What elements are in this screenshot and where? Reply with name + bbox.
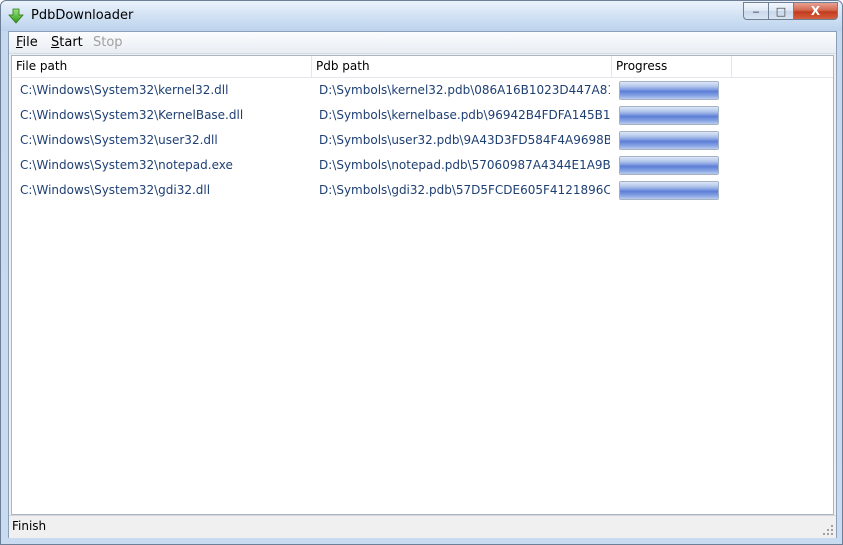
file-list-view[interactable]: File path Pdb path Progress C:\Windows\S… bbox=[11, 55, 834, 515]
progress-fill bbox=[620, 157, 718, 174]
maximize-button[interactable]: □ bbox=[769, 2, 794, 20]
status-bar: Finish bbox=[9, 515, 836, 538]
status-text: Finish bbox=[12, 519, 47, 533]
file-path-cell: C:\Windows\System32\user32.dll bbox=[20, 133, 218, 147]
progress-bar bbox=[619, 181, 719, 200]
pdb-path-cell: D:\Symbols\gdi32.pdb\57D5FCDE605F4121896… bbox=[319, 183, 610, 197]
progress-fill bbox=[620, 182, 718, 199]
menu-start[interactable]: Start bbox=[51, 35, 83, 50]
resize-grip-icon[interactable] bbox=[823, 525, 833, 535]
table-row[interactable]: C:\Windows\System32\kernel32.dll D:\Symbo… bbox=[12, 78, 833, 103]
column-header-file-path[interactable]: File path bbox=[12, 56, 312, 77]
menu-file[interactable]: File bbox=[16, 35, 38, 50]
table-row[interactable]: C:\Windows\System32\notepad.exe D:\Symbol… bbox=[12, 153, 833, 178]
list-header: File path Pdb path Progress bbox=[12, 56, 833, 78]
progress-bar bbox=[619, 106, 719, 125]
progress-fill bbox=[620, 82, 718, 99]
download-arrow-icon bbox=[8, 8, 24, 24]
progress-bar bbox=[619, 131, 719, 150]
progress-fill bbox=[620, 107, 718, 124]
window-title: PdbDownloader bbox=[31, 8, 134, 23]
column-header-progress[interactable]: Progress bbox=[612, 56, 732, 77]
app-window: PdbDownloader ‒ □ X File Start Stop File… bbox=[0, 0, 843, 545]
pdb-path-cell: D:\Symbols\user32.pdb\9A43D3FD584F4A9698… bbox=[319, 133, 610, 147]
close-button[interactable]: X bbox=[794, 2, 838, 20]
table-row[interactable]: C:\Windows\System32\gdi32.dll D:\Symbols\… bbox=[12, 178, 833, 203]
client-area: File Start Stop File path Pdb path Progr… bbox=[8, 31, 837, 538]
progress-bar bbox=[619, 156, 719, 175]
title-bar[interactable]: PdbDownloader ‒ □ X bbox=[1, 1, 842, 31]
progress-fill bbox=[620, 132, 718, 149]
menu-start-label: tart bbox=[59, 35, 83, 50]
table-row[interactable]: C:\Windows\System32\user32.dll D:\Symbols… bbox=[12, 128, 833, 153]
menu-stop[interactable]: Stop bbox=[93, 35, 123, 50]
window-controls: ‒ □ X bbox=[743, 2, 838, 21]
file-path-cell: C:\Windows\System32\KernelBase.dll bbox=[20, 108, 244, 122]
table-row[interactable]: C:\Windows\System32\KernelBase.dll D:\Sym… bbox=[12, 103, 833, 128]
maximize-icon: □ bbox=[775, 4, 787, 18]
minimize-button[interactable]: ‒ bbox=[743, 2, 769, 20]
close-icon: X bbox=[810, 4, 821, 18]
menu-bar: File Start Stop bbox=[9, 32, 836, 54]
minimize-icon: ‒ bbox=[752, 4, 760, 18]
file-path-cell: C:\Windows\System32\gdi32.dll bbox=[20, 183, 211, 197]
file-path-cell: C:\Windows\System32\notepad.exe bbox=[20, 158, 233, 172]
pdb-path-cell: D:\Symbols\kernelbase.pdb\96942B4FDFA145… bbox=[319, 108, 610, 122]
pdb-path-cell: D:\Symbols\kernel32.pdb\086A16B1023D447A… bbox=[319, 83, 610, 97]
progress-bar bbox=[619, 81, 719, 100]
column-header-pdb-path[interactable]: Pdb path bbox=[312, 56, 612, 77]
pdb-path-cell: D:\Symbols\notepad.pdb\57060987A4344E1A9… bbox=[319, 158, 610, 172]
file-path-cell: C:\Windows\System32\kernel32.dll bbox=[20, 83, 229, 97]
menu-file-label: ile bbox=[22, 35, 38, 50]
